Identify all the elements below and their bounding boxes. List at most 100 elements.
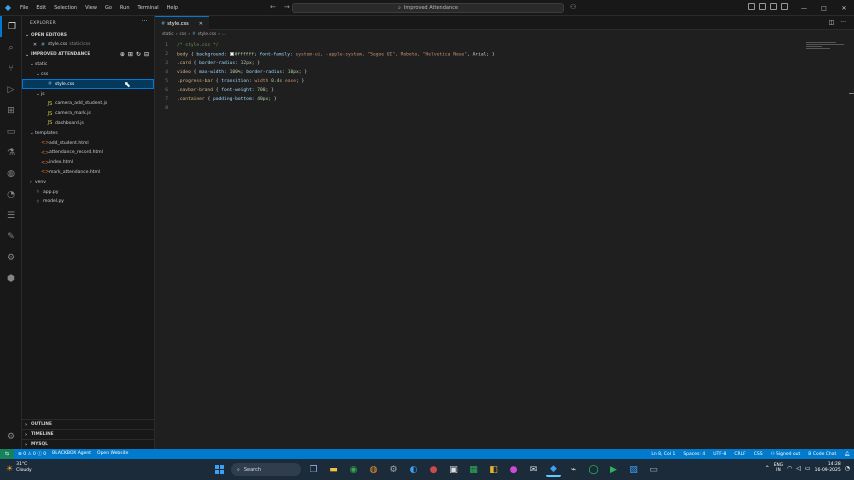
toggle-panel-icon[interactable]: [759, 3, 766, 10]
close-icon[interactable]: ✕: [32, 42, 38, 48]
remote-indicator-icon[interactable]: ⇆: [0, 449, 14, 459]
file-item[interactable]: ⚕ app.py: [22, 187, 154, 197]
color-swatch[interactable]: [229, 51, 234, 56]
notifications-bell-icon[interactable]: 🔔︎: [844, 452, 850, 457]
testing-icon[interactable]: ⚗: [0, 142, 22, 163]
app-blue-icon[interactable]: ▧: [626, 462, 641, 477]
extensions-icon[interactable]: ⊞: [0, 100, 22, 121]
timeline-section[interactable]: › TIMELINE: [22, 429, 155, 439]
end-of-line[interactable]: CRLF: [734, 452, 745, 457]
file-item[interactable]: JS camera_add_student.js: [22, 99, 154, 109]
clock[interactable]: 14:28 16-09-2025: [815, 462, 841, 474]
menu-terminal[interactable]: Terminal: [134, 5, 163, 11]
mail-icon[interactable]: ✉: [526, 462, 541, 477]
run-debug-icon[interactable]: ▷: [0, 79, 22, 100]
settings-icon[interactable]: ⚙: [386, 462, 401, 477]
file-item[interactable]: <> add_student.html: [22, 138, 154, 148]
file-item[interactable]: <> attendance_record.html: [22, 148, 154, 158]
whatsapp-icon[interactable]: ◯: [586, 462, 601, 477]
snipping-icon[interactable]: ▭: [646, 462, 661, 477]
command-center-search[interactable]: ⌕ Improved Attendance: [292, 3, 564, 13]
indentation[interactable]: Spaces: 4: [683, 452, 705, 457]
firefox-icon[interactable]: ◍: [366, 462, 381, 477]
menu-edit[interactable]: Edit: [32, 5, 50, 11]
chat-icon[interactable]: ◔: [0, 184, 22, 205]
refresh-icon[interactable]: ↻: [136, 51, 141, 58]
app-green-icon[interactable]: ▶: [606, 462, 621, 477]
chrome-icon[interactable]: ◉: [346, 462, 361, 477]
folder-item[interactable]: › venv: [22, 177, 154, 187]
remote-explorer-icon[interactable]: ▭: [0, 121, 22, 142]
code-line[interactable]: 6 .navbar-brand { font-weight: 700; }: [155, 86, 795, 95]
menu-run[interactable]: Run: [116, 5, 134, 11]
source-control-icon[interactable]: ⑂: [0, 58, 22, 79]
open-editor-item[interactable]: ✕ # style.css static\css: [22, 40, 154, 50]
new-folder-icon[interactable]: ⊞: [128, 51, 133, 58]
new-file-icon[interactable]: ⊕: [120, 51, 125, 58]
file-item[interactable]: # style.css: [22, 79, 154, 90]
menu-go[interactable]: Go: [101, 5, 116, 11]
file-explorer-icon[interactable]: ▬: [326, 462, 341, 477]
menu-selection[interactable]: Selection: [50, 5, 81, 11]
manage-gear-icon[interactable]: ⚙: [0, 426, 22, 447]
problems-indicator[interactable]: ⊗ 0 ⚠ 0 ⓘ 0: [18, 451, 46, 457]
code-line[interactable]: 3 .card { border-radius: 12px; }: [155, 59, 795, 68]
maximize-icon[interactable]: □: [814, 0, 834, 16]
collapse-all-icon[interactable]: ⊟: [144, 51, 149, 58]
file-item[interactable]: ⚕ model.py: [22, 197, 154, 207]
open-website-status[interactable]: Open Website: [97, 451, 128, 457]
encoding[interactable]: UTF-8: [713, 452, 726, 457]
menu-help[interactable]: Help: [163, 5, 182, 11]
code-editor[interactable]: 1 /* style.css */ 2 body { background: #fff…: [155, 40, 854, 449]
tab-style-css[interactable]: # style.css ✕: [155, 16, 209, 30]
wifi-icon[interactable]: ◠: [787, 465, 792, 472]
start-button[interactable]: [213, 463, 226, 476]
forward-arrow-icon[interactable]: →: [284, 3, 290, 11]
battery-icon[interactable]: ▭: [805, 465, 811, 472]
app-purple-icon[interactable]: ●: [506, 462, 521, 477]
app-red-icon[interactable]: ●: [426, 462, 441, 477]
cursor-position[interactable]: Ln 8, Col 1: [651, 452, 675, 457]
database-icon[interactable]: ☰: [0, 205, 22, 226]
breadcrumb-item[interactable]: static: [162, 32, 174, 37]
split-editor-icon[interactable]: ◫: [829, 19, 835, 26]
close-window-icon[interactable]: ✕: [834, 0, 854, 16]
outline-section[interactable]: › OUTLINE: [22, 419, 155, 429]
task-view-icon[interactable]: ❐: [306, 462, 321, 477]
code-line[interactable]: 8: [155, 104, 795, 113]
taskbar-search[interactable]: ⌕ Search: [231, 463, 301, 476]
breadcrumb-item[interactable]: ...: [222, 32, 226, 37]
explorer-icon[interactable]: ❐: [0, 16, 22, 37]
notification-center-icon[interactable]: ◔: [845, 465, 850, 472]
close-tab-icon[interactable]: ✕: [199, 21, 203, 27]
blackbox-icon[interactable]: ⬢: [0, 268, 22, 289]
input-language[interactable]: ENG IN: [774, 463, 783, 473]
customize-layout-icon[interactable]: [781, 3, 788, 10]
code-line[interactable]: 5 .progress-bar { transition: width 0.4s …: [155, 77, 795, 86]
weather-widget[interactable]: ☀ 31°C Cloudy: [6, 462, 32, 474]
menu-file[interactable]: File: [16, 5, 32, 11]
breadcrumb-item[interactable]: css: [180, 32, 187, 37]
open-editors-header[interactable]: ⌄ OPEN EDITORS: [22, 30, 154, 40]
file-item[interactable]: <> index.html: [22, 158, 154, 168]
vscode-taskbar-icon[interactable]: ◆: [546, 462, 561, 477]
folder-item[interactable]: ⌄ templates: [22, 128, 154, 138]
account-tree-icon[interactable]: ◍: [0, 163, 22, 184]
more-actions-icon[interactable]: ···: [141, 18, 148, 25]
file-item[interactable]: <> mark_attendance.html: [22, 168, 154, 178]
store-icon[interactable]: ▣: [446, 462, 461, 477]
code-chat-status[interactable]: B Code Chat: [808, 452, 836, 457]
breadcrumb-item[interactable]: style.css: [198, 32, 217, 37]
docker-icon[interactable]: ✎: [0, 226, 22, 247]
file-item[interactable]: JS camera_mark.js: [22, 109, 154, 119]
terminal-icon[interactable]: ⌁: [566, 462, 581, 477]
github-icon[interactable]: ⚙: [0, 247, 22, 268]
edge-icon[interactable]: ◐: [406, 462, 421, 477]
minimize-icon[interactable]: —: [794, 0, 814, 16]
menu-view[interactable]: View: [81, 5, 101, 11]
folder-app-icon[interactable]: ◧: [486, 462, 501, 477]
chevron-up-icon[interactable]: ⌃: [765, 465, 770, 472]
code-line[interactable]: 7 .container { padding-bottom: 40px; }: [155, 95, 795, 104]
minimap[interactable]: [806, 42, 846, 50]
spreadsheet-icon[interactable]: ▦: [466, 462, 481, 477]
